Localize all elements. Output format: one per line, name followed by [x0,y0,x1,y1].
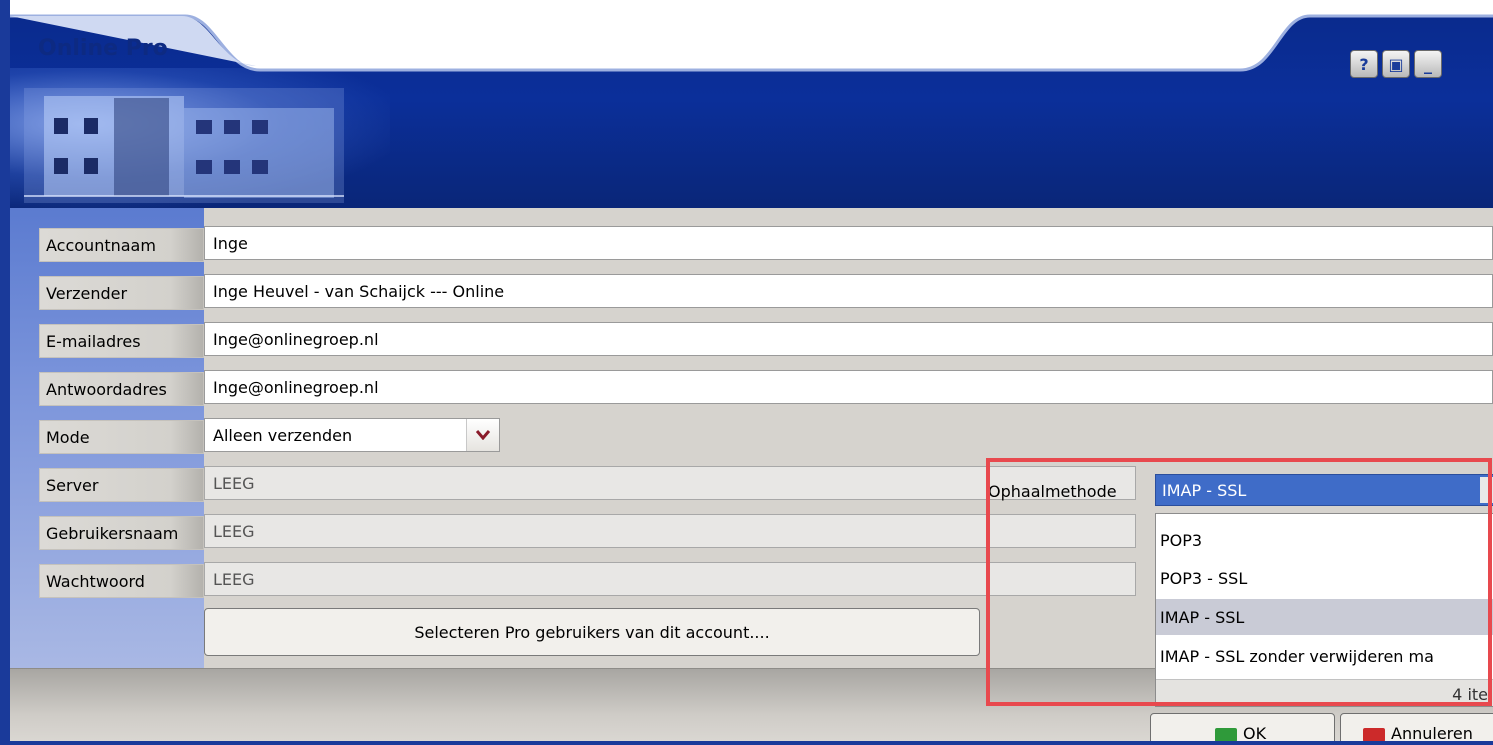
accountnaam-input[interactable]: Inge [204,226,1493,260]
minimize-icon: _ [1424,54,1432,74]
window-bottom-border [0,741,1493,745]
accountnaam-value: Inge [213,233,248,253]
office-building-image [24,88,344,203]
dialog-title: E-Mail Account Toevoegen [610,32,890,54]
ophaalmethode-select[interactable]: IMAP - SSL [1155,474,1493,506]
email-account-dialog: Online Pro E-Mail Account Toevoegen ? ▣ … [10,8,1493,745]
cancel-icon [1363,728,1385,742]
antwoordadres-input[interactable]: Inge@onlinegroep.nl [204,370,1493,404]
mode-value: Alleen verzenden [213,425,353,445]
emailadres-label: E-mailadres [39,324,204,358]
gebruikersnaam-input[interactable]: LEEG [204,514,1136,548]
window-top-margin [0,0,1493,8]
checkmark-icon [1215,728,1237,742]
option-pop3-ssl[interactable]: POP3 - SSL [1156,560,1493,596]
brand-label: Online Pro [38,36,168,61]
wachtwoord-label: Wachtwoord [39,564,204,598]
dialog-header: Online Pro E-Mail Account Toevoegen ? ▣ … [10,8,1493,208]
help-button[interactable]: ? [1350,50,1378,78]
help-icon: ? [1359,54,1369,74]
ophaalmethode-label: Ophaalmethode [988,481,1117,501]
emailadres-value: Inge@onlinegroep.nl [213,329,379,349]
mode-select[interactable]: Alleen verzenden [204,418,500,452]
verzender-label: Verzender [39,276,204,310]
verzender-value: Inge Heuvel - van Schaijck --- Online [213,281,505,301]
window-left-border [0,0,10,745]
emailadres-input[interactable]: Inge@onlinegroep.nl [204,322,1493,356]
antwoordadres-value: Inge@onlinegroep.nl [213,377,379,397]
accountnaam-label: Accountnaam [39,228,204,262]
wachtwoord-value: LEEG [213,569,255,589]
option-pop3[interactable]: POP3 [1156,522,1493,558]
option-imap-ssl-no-delete[interactable]: IMAP - SSL zonder verwijderen ma [1156,638,1493,674]
mode-label: Mode [39,420,204,454]
ophaalmethode-dropdown: POP3 POP3 - SSL IMAP - SSL IMAP - SSL zo… [1155,513,1493,707]
server-label: Server [39,468,204,502]
antwoordadres-label: Antwoordadres [39,372,204,406]
minimize-button[interactable]: _ [1414,50,1442,78]
wachtwoord-input[interactable]: LEEG [204,562,1136,596]
chevron-down-icon[interactable] [1480,477,1493,503]
select-users-button[interactable]: Selecteren Pro gebruikers van dit accoun… [204,608,980,656]
verzender-input[interactable]: Inge Heuvel - van Schaijck --- Online [204,274,1493,308]
gebruikersnaam-label: Gebruikersnaam [39,516,204,550]
option-imap-ssl[interactable]: IMAP - SSL [1156,599,1493,635]
screenshot-icon: ▣ [1388,54,1404,74]
screenshot-button[interactable]: ▣ [1382,50,1410,78]
server-value: LEEG [213,473,255,493]
gebruikersnaam-value: LEEG [213,521,255,541]
ophaalmethode-value: IMAP - SSL [1162,480,1247,500]
chevron-down-icon[interactable] [466,419,499,451]
item-count: 4 ite [1156,679,1493,706]
